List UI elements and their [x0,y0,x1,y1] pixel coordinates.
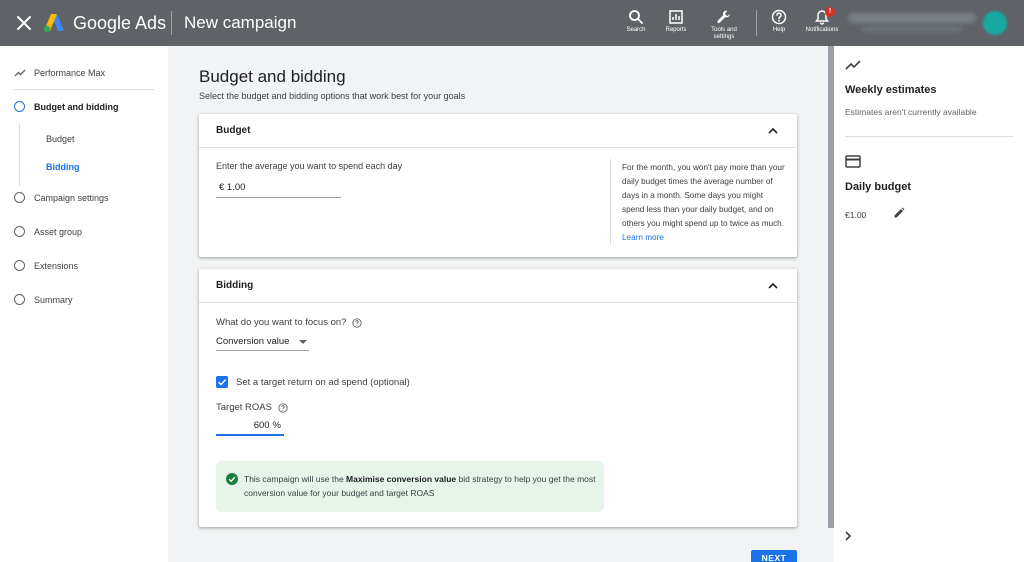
reports-icon [669,10,683,24]
account-id-redacted [862,26,962,32]
bidding-card-title: Bidding [216,280,254,291]
help-circle-icon[interactable] [278,402,288,413]
budget-card-title: Budget [216,125,251,136]
estimates-panel: Weekly estimates Estimates aren't curren… [834,46,1024,562]
brand-name: Google Ads [73,13,167,33]
help-circle-icon[interactable] [352,317,363,328]
chevron-right-icon[interactable] [843,530,853,542]
notice-text: This campaign will use the Maximise conv… [244,474,596,498]
credit-card-icon [845,155,861,168]
step-asset-group[interactable]: Asset group [14,226,82,237]
tools-settings-button[interactable]: Tools and settings [699,9,749,41]
page-title: Budget and bidding [199,67,346,86]
daily-budget-title: Daily budget [845,181,912,193]
substep-line [19,124,20,186]
daily-budget-value: €1.00 [845,210,867,220]
step-circle-icon [14,226,25,237]
target-roas-checkbox[interactable] [216,376,228,388]
main-content: Budget and bidding Select the budget and… [168,46,828,562]
wrench-icon [717,10,730,24]
step-circle-icon [14,260,25,271]
reports-button[interactable]: Reports [651,9,701,34]
tools-label: Tools and settings [711,27,737,40]
panel-divider [845,136,1013,137]
bidding-card: Bidding What do you want to focus on? Co… [199,269,797,527]
bidding-card-header[interactable]: Bidding [199,269,797,303]
next-button[interactable]: NEXT [751,550,797,562]
substep-budget[interactable]: Budget [46,134,75,144]
step-extensions[interactable]: Extensions [14,260,78,271]
step-campaign-settings[interactable]: Campaign settings [14,192,109,203]
chevron-up-icon[interactable] [767,125,779,137]
search-icon [629,10,643,24]
notifications-label: Notifications [805,27,839,33]
header-divider [171,11,172,35]
budget-card-header[interactable]: Budget [199,114,797,148]
step-budget-and-bidding[interactable]: Budget and bidding [14,101,119,112]
google-ads-logo-icon [43,14,64,33]
step-circle-icon [14,192,25,203]
account-name-redacted[interactable] [848,13,976,23]
help-icon [771,9,787,25]
campaign-type-label: Performance Max [14,67,105,79]
budget-info-text: For the month, you won't pay more than y… [622,163,785,242]
notification-badge: ! [825,7,835,17]
edit-pencil-icon[interactable] [893,207,905,219]
budget-card: Budget Enter the average you want to spe… [199,114,797,257]
budget-input-label: Enter the average you want to spend each… [216,161,403,171]
target-roas-label: Target ROAS [216,402,288,413]
top-app-bar: Google Ads New campaign Search Reports T… [0,0,1024,46]
daily-budget-input[interactable] [216,178,341,198]
budget-info-divider [610,159,611,244]
focus-dropdown[interactable]: Conversion value [216,333,309,351]
weekly-estimates-status: Estimates aren't currently available [845,107,977,117]
nav-divider [14,89,155,90]
trending-up-icon [845,60,861,70]
substep-bidding[interactable]: Bidding [46,162,80,172]
weekly-estimates-title: Weekly estimates [845,84,937,96]
reports-label: Reports [665,27,687,33]
dropdown-caret-icon [299,339,307,344]
chevron-up-icon[interactable] [767,280,779,292]
page-header-title: New campaign [184,13,297,32]
close-icon[interactable] [14,13,34,33]
notifications-button[interactable]: ! Notifications [797,7,847,34]
step-circle-icon [14,101,25,112]
step-circle-icon [14,294,25,305]
avatar[interactable] [983,11,1007,35]
left-navigation: Performance Max Budget and bidding Budge… [0,46,168,562]
learn-more-link[interactable]: Learn more [622,233,664,242]
step-summary[interactable]: Summary [14,294,73,305]
focus-label: What do you want to focus on? [216,317,363,328]
bid-strategy-notice: This campaign will use the Maximise conv… [216,461,604,512]
page-subtitle: Select the budget and bidding options th… [199,91,466,101]
check-circle-icon [226,473,238,485]
target-roas-checkbox-label[interactable]: Set a target return on ad spend (optiona… [236,377,410,388]
target-roas-input[interactable]: 600 % [216,417,284,436]
trending-icon [14,69,26,77]
